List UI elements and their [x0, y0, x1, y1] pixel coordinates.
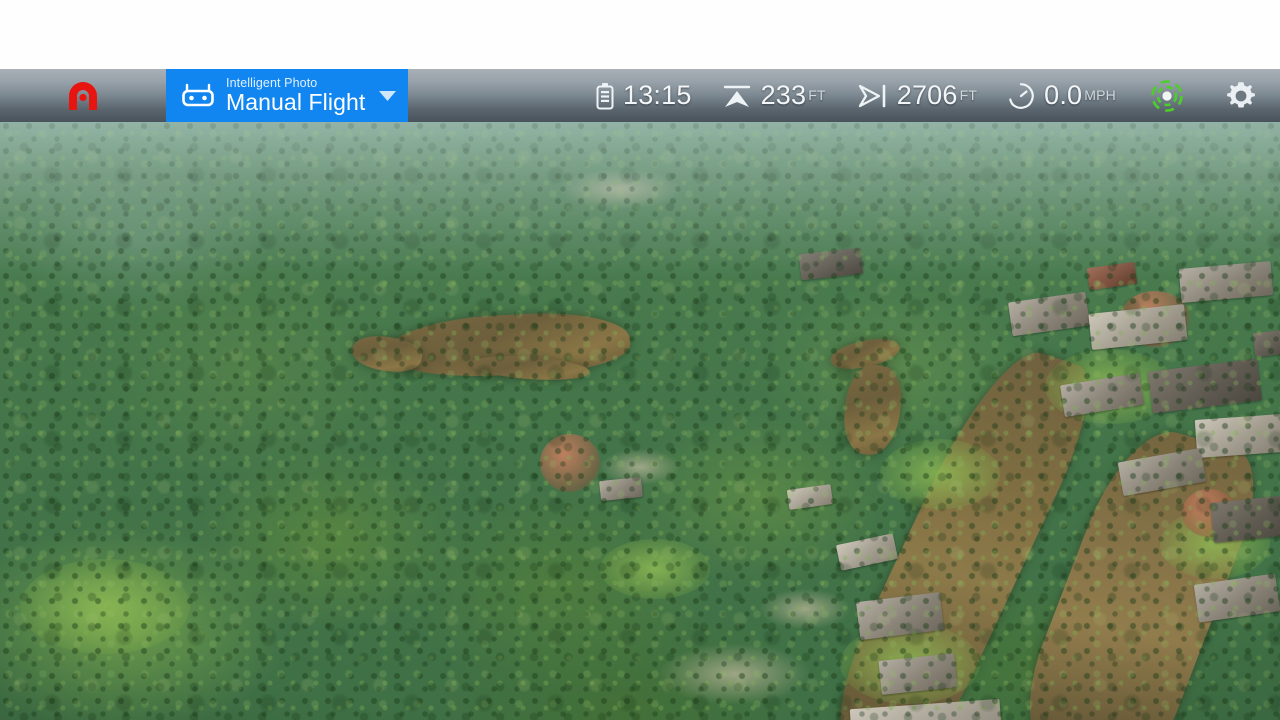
flight-mode-selector[interactable]: Intelligent Photo Manual Flight: [166, 69, 408, 122]
battery-time-value: 13:15: [623, 80, 692, 110]
altitude-arrow-icon-svg: [723, 85, 750, 107]
drone-app-window: Intelligent Photo Manual Flight 13:15 23…: [0, 0, 1280, 720]
settings-button[interactable]: [1224, 79, 1258, 113]
hud-status-bar: Intelligent Photo Manual Flight 13:15 23…: [0, 69, 1280, 122]
battery-remaining-time: 13:15: [596, 80, 692, 111]
live-video-feed[interactable]: [0, 69, 1280, 720]
distance-arrow-icon: [856, 82, 888, 110]
gps-status-button[interactable]: [1150, 79, 1184, 113]
distance-unit: FT: [959, 87, 978, 103]
distance-value: 2706: [896, 80, 958, 110]
battery-icon-svg: [596, 82, 614, 109]
gps-signal-icon: [1151, 79, 1183, 112]
gamepad-controller-icon-svg: [182, 83, 214, 106]
autel-logo-icon: [69, 81, 97, 110]
speed-readout: 0.0 MPH: [1007, 80, 1116, 111]
telemetry-cluster: 13:15 233 FT 2706 FT 0.0 MPH: [408, 79, 1280, 113]
flight-mode-label: Manual Flight: [226, 89, 366, 116]
gamepad-controller-icon: [166, 83, 224, 109]
chevron-down-icon-svg: [378, 91, 396, 101]
chevron-down-icon[interactable]: [372, 89, 408, 102]
flight-mode-text: Intelligent Photo Manual Flight: [224, 77, 372, 115]
letterbox-top: [0, 0, 1280, 69]
battery-icon: [596, 82, 614, 110]
altitude-readout: 233 FT: [722, 80, 826, 111]
altitude-arrow-icon: [722, 82, 752, 110]
distance-arrow-icon-svg: [858, 84, 886, 107]
altitude-value: 233: [760, 80, 807, 110]
brand-logo[interactable]: [0, 69, 166, 122]
speedometer-icon-svg: [1009, 82, 1034, 109]
speedometer-icon: [1007, 82, 1035, 110]
flight-mode-subtitle: Intelligent Photo: [226, 75, 318, 90]
speed-value: 0.0: [1044, 80, 1083, 110]
gear-icon: [1227, 81, 1255, 107]
canopy-texture-coarse: [0, 69, 1280, 720]
speed-unit: MPH: [1084, 87, 1116, 103]
distance-readout: 2706 FT: [856, 80, 977, 111]
altitude-unit: FT: [808, 87, 826, 103]
